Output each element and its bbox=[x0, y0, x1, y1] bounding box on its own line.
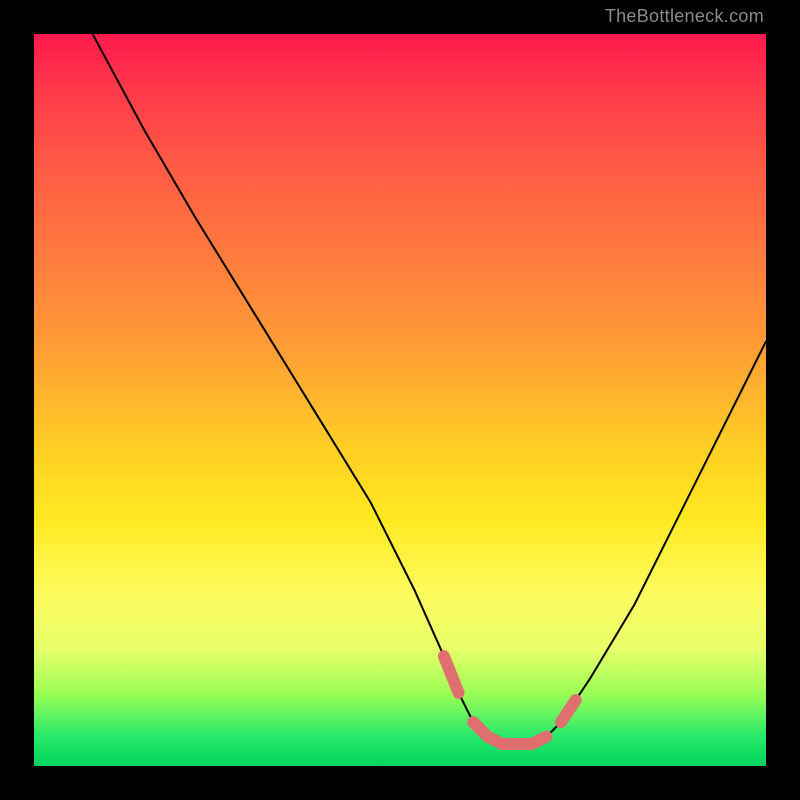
highlight-segment bbox=[561, 700, 576, 722]
watermark-text: TheBottleneck.com bbox=[605, 6, 764, 27]
highlight-group bbox=[444, 656, 576, 744]
chart-frame: TheBottleneck.com bbox=[0, 0, 800, 800]
highlight-segment bbox=[444, 656, 459, 693]
plot-area bbox=[34, 34, 766, 766]
curve-svg bbox=[34, 34, 766, 766]
curve-path bbox=[93, 34, 766, 744]
highlight-segment bbox=[473, 722, 546, 744]
